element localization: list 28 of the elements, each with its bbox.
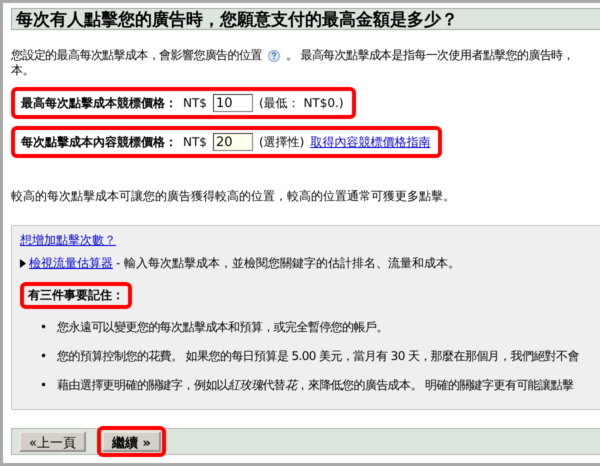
intro-text: 您設定的最高每次點擊成本，會影響您廣告的位置 [11,48,262,62]
intro-text: 。 最高每次點擊成本是指每一次使用者點擊您的廣告時， [286,48,574,62]
tool-description: - 輸入每次點擊成本，並檢閱您關鍵字的估計排名、流量和成本。 [116,255,460,272]
currency-label: NT$ [183,96,207,110]
bullet-mark: • [40,377,48,393]
tip-text: 您的預算控制您的花費。 如果您的每日預算是 5.00 美元，當月有 30 天，那麼在那個月，我們絕對不會 [57,348,579,364]
bullet-mark: • [40,319,48,335]
bid-note: (最低： NT$0.) [258,94,344,112]
bid-label: 每次點擊成本內容競標價格： [21,134,177,150]
guide-link[interactable]: 取得內容競標價格指南 [310,134,430,150]
page-heading: 每次有人點擊您的廣告時，您願意支付的最高金額是多少？ [11,8,600,30]
intro-text: 本。 [11,63,34,77]
tip-text: 藉由選擇更明確的關鍵字，例如以紅玫瑰代替花，來降低您的廣告成本。 明確的關鍵字更有可能讓點擊 [57,377,574,393]
currency-label: NT$ [183,135,207,149]
bid-input[interactable]: 20 [212,133,253,151]
bullet-mark: • [40,348,48,364]
remember-title: 有三件事要記住： [20,282,132,309]
tip-text: 您永遠可以變更您的每次點擊成本和預算，或完全暫停您的帳戶。 [57,319,388,335]
more-clicks-link[interactable]: 想增加點擊次數？ [20,233,116,247]
help-icon[interactable] [268,50,280,62]
bid-input[interactable]: 10 [212,94,253,112]
arrow-icon [20,259,26,268]
traffic-estimator-link[interactable]: 檢視流量估算器 [29,255,113,272]
bid-note: (選擇性) [258,134,304,150]
back-button[interactable]: «上一頁 [19,431,86,452]
bid-label: 最高每次點擊成本競標價格： [21,94,177,112]
explanation-text: 較高的每次點擊成本可讓您的廣告獲得較高的位置，較高的位置通常可獲更多點擊。 [11,188,456,205]
continue-button[interactable]: 繼續 » [102,431,161,452]
